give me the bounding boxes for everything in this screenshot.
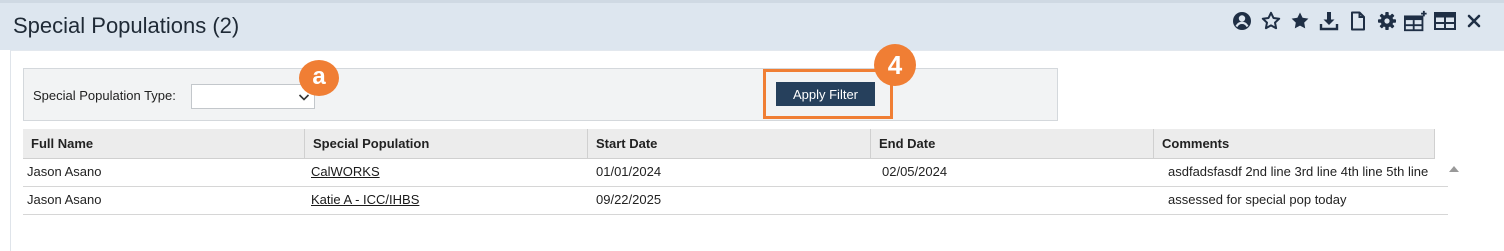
star-icon[interactable]	[1288, 10, 1312, 32]
cell-special-population: Katie A - ICC/IHBS	[305, 186, 588, 214]
table-icon[interactable]	[1433, 10, 1457, 32]
cell-comments: assessed for special pop today	[1168, 192, 1347, 207]
cell-full-name: Jason Asano	[27, 192, 102, 207]
cell-full-name: Jason Asano	[27, 164, 102, 179]
star-outline-icon[interactable]	[1259, 10, 1283, 32]
column-header-full-name[interactable]: Full Name	[23, 129, 305, 158]
document-icon[interactable]	[1346, 10, 1370, 32]
cell-start-date: 01/01/2024	[596, 164, 662, 179]
table-row[interactable]: Jason Asano Katie A - ICC/IHBS 09/22/202…	[23, 186, 1448, 215]
special-population-link[interactable]: Katie A - ICC/IHBS	[311, 192, 419, 207]
column-header-start-date[interactable]: Start Date	[588, 129, 871, 158]
special-population-type-label: Special Population Type:	[33, 88, 176, 103]
cell-comments: asdfadsfasdf 2nd line 3rd line 4th line …	[1168, 164, 1429, 179]
table-row[interactable]: Jason Asano CalWORKS 01/01/2024 02/05/20…	[23, 158, 1448, 187]
special-population-link[interactable]: CalWORKS	[311, 164, 380, 179]
cell-start-date: 09/22/2025	[596, 192, 662, 207]
cell-end-date: 02/05/2024	[882, 164, 948, 179]
cell-special-population: CalWORKS	[305, 158, 588, 186]
toolbar	[1230, 10, 1491, 32]
column-header-end-date[interactable]: End Date	[871, 129, 1154, 158]
scroll-up-arrow-icon[interactable]	[1449, 166, 1459, 172]
download-icon[interactable]	[1317, 10, 1341, 32]
gear-icon[interactable]	[1375, 10, 1399, 32]
step-callout-4: 4	[874, 44, 916, 86]
table-header: Full Name Special Population Start Date …	[23, 129, 1435, 159]
page-title: Special Populations (2)	[13, 13, 240, 38]
apply-filter-button[interactable]: Apply Filter	[776, 82, 875, 106]
column-header-comments[interactable]: Comments	[1154, 129, 1435, 158]
user-circle-icon[interactable]	[1230, 10, 1254, 32]
column-header-special-population[interactable]: Special Population	[305, 129, 588, 158]
cell-end-date	[871, 186, 1154, 214]
special-population-type-select[interactable]	[191, 84, 315, 109]
close-icon[interactable]	[1462, 10, 1486, 32]
table-add-icon[interactable]	[1404, 10, 1428, 32]
step-callout-a: a	[299, 60, 339, 96]
